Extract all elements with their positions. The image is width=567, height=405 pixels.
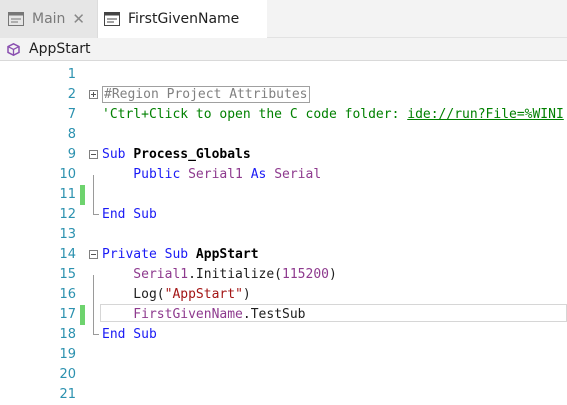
modified-line-marker [80, 185, 85, 205]
code-text: #Region Project Attributes [102, 85, 310, 105]
code-line[interactable]: 8 [0, 125, 567, 145]
line-number: 9 [67, 147, 76, 162]
code-line[interactable]: 2 #Region Project Attributes [0, 85, 567, 105]
line-number: 7 [67, 107, 76, 122]
code-line[interactable]: 1 [0, 65, 567, 85]
code-token: ) [328, 267, 337, 282]
tab-bar: Main ✕ FirstGivenName [0, 0, 567, 38]
code-token: End Sub [102, 327, 157, 342]
expand-region-icon[interactable] [89, 90, 98, 99]
line-number: 2 [67, 87, 76, 102]
code-text: End Sub [102, 205, 157, 225]
code-text: Log("AppStart") [102, 285, 251, 305]
line-number: 18 [59, 327, 76, 342]
tab-main[interactable]: Main ✕ [0, 0, 97, 38]
code-token: FirstGivenName [102, 307, 243, 322]
code-token: ) [242, 287, 251, 302]
line-number: 12 [59, 207, 76, 222]
code-text: Private Sub AppStart [102, 245, 259, 265]
code-line[interactable]: 10 Public Serial1 As Serial [0, 165, 567, 185]
code-line[interactable]: 21 [0, 385, 567, 405]
code-token: "AppStart" [164, 287, 243, 302]
code-token: Public [102, 167, 189, 182]
code-token: 115200 [282, 267, 329, 282]
region-label[interactable]: #Region Project Attributes [102, 86, 310, 103]
code-editor[interactable]: 1 2 #Region Project Attributes 7 'Ctrl+Click… [0, 61, 567, 402]
breadcrumb[interactable]: AppStart [0, 38, 567, 61]
line-number: 13 [59, 227, 76, 242]
line-number: 11 [59, 187, 76, 202]
code-line[interactable]: 15 Serial1.Initialize(115200) [0, 265, 567, 285]
code-text: FirstGivenName.TestSub [102, 305, 306, 325]
tab-main-label: Main [32, 11, 66, 27]
code-line[interactable]: 12 End Sub [0, 205, 567, 225]
line-number: 8 [67, 127, 76, 142]
code-line[interactable]: 20 [0, 365, 567, 385]
module-icon [8, 12, 24, 26]
code-line[interactable]: 17 FirstGivenName.TestSub [0, 305, 567, 325]
collapse-region-icon[interactable] [89, 150, 98, 159]
code-token: End Sub [102, 207, 157, 222]
code-text: Public Serial1 As Serial [102, 165, 321, 185]
line-number: 1 [67, 67, 76, 82]
code-text: Serial1.Initialize(115200) [102, 265, 337, 285]
tab-firstgivenname[interactable]: FirstGivenName [97, 0, 267, 38]
code-token: Private Sub [102, 247, 196, 262]
code-token: Serial [274, 167, 322, 182]
code-token: Sub [102, 147, 134, 162]
line-number: 10 [59, 167, 76, 182]
code-text: End Sub [102, 325, 157, 345]
collapse-region-icon[interactable] [89, 250, 98, 259]
line-number: 17 [59, 307, 76, 322]
breadcrumb-label: AppStart [29, 41, 91, 57]
code-line[interactable]: 7 'Ctrl+Click to open the C code folder: … [0, 105, 567, 125]
code-text: 'Ctrl+Click to open the C code folder: i… [102, 105, 564, 125]
code-line[interactable]: 13 [0, 225, 567, 245]
line-number: 15 [59, 267, 76, 282]
modified-line-marker [80, 305, 85, 325]
cube-icon [7, 42, 20, 56]
code-token: As [242, 167, 275, 182]
code-token: Serial1 [188, 167, 243, 182]
code-line[interactable]: 16 Log("AppStart") [0, 285, 567, 305]
code-link[interactable]: ide://run?File=%WINI [407, 107, 564, 122]
close-icon[interactable]: ✕ [72, 11, 85, 27]
code-token: 'Ctrl+Click to open the C code folder: [102, 107, 408, 122]
code-token: Process_Globals [133, 147, 251, 162]
code-text: Sub Process_Globals [102, 145, 251, 165]
line-number: 14 [59, 247, 76, 262]
code-line[interactable]: 19 [0, 345, 567, 365]
line-number: 21 [59, 387, 76, 402]
line-number: 19 [59, 347, 76, 362]
code-token: .Initialize( [188, 267, 283, 282]
code-line[interactable]: 9 Sub Process_Globals [0, 145, 567, 165]
module-icon [104, 12, 120, 26]
code-token: AppStart [195, 247, 259, 262]
code-token: Serial1 [102, 267, 189, 282]
code-line[interactable]: 18 End Sub [0, 325, 567, 345]
code-token: .TestSub [242, 307, 306, 322]
line-number: 20 [59, 367, 76, 382]
code-token: Log( [102, 287, 165, 302]
tab-firstgivenname-label: FirstGivenName [128, 11, 240, 27]
code-line[interactable]: 11 [0, 185, 567, 205]
line-number: 16 [59, 287, 76, 302]
code-line[interactable]: 14 Private Sub AppStart [0, 245, 567, 265]
